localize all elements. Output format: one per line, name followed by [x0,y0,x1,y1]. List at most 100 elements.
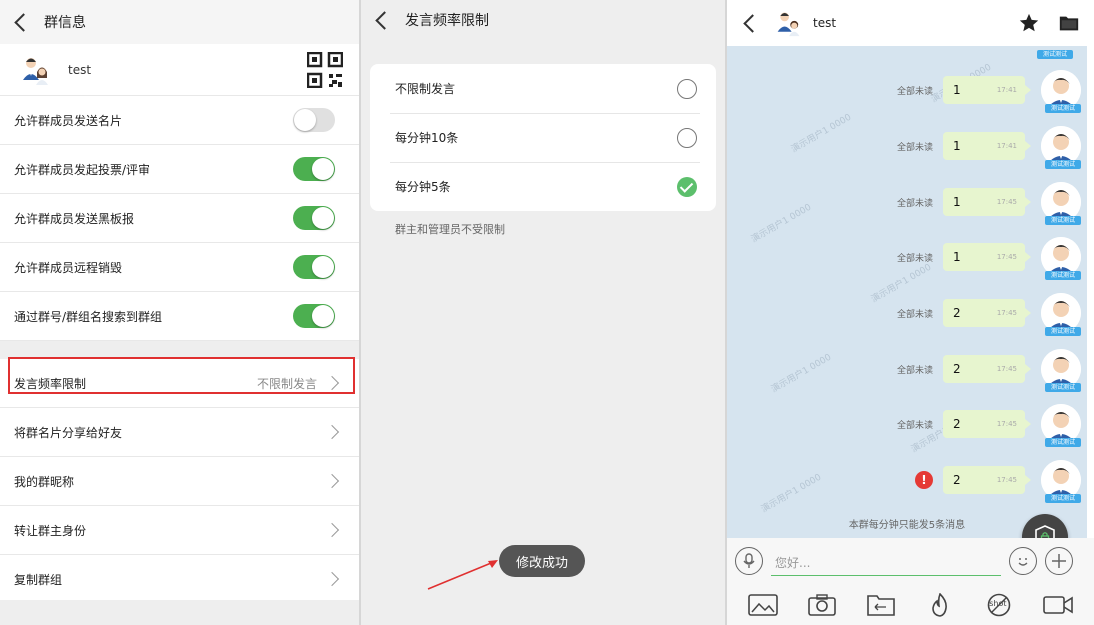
message-bubble[interactable]: 2 17:45 [943,355,1031,383]
chat-message[interactable]: 全部未读 1 17:41 测试测试 [897,126,1081,169]
toggle-label: 允许群成员发起投票/评审 [14,162,151,177]
chevron-right-icon [324,571,340,587]
chat-header: test [727,0,1094,46]
group-profile-row[interactable]: test [0,44,359,96]
unread-status[interactable]: 全部未读 [897,363,933,376]
chat-message[interactable]: 全部未读 1 17:45 测试测试 [897,237,1081,280]
toggle-row-search: 通过群号/群组名搜索到群组 [0,292,359,341]
copy-group-row[interactable]: 复制群组 [0,555,359,604]
group-avatar [20,54,52,86]
attachment-toolbar: shot [727,584,1094,625]
message-bubble[interactable]: 1 17:45 [943,188,1031,216]
plus-icon[interactable] [1045,547,1073,575]
message-text: 1 [953,195,961,209]
row-label: 我的群昵称 [14,474,75,489]
sender-avatar[interactable]: 测试测试 [1041,126,1081,169]
sender-avatar[interactable]: 测试测试 [1041,404,1081,447]
sender-avatar[interactable]: 测试测试 [1041,70,1081,113]
message-list[interactable]: 演示用户1 0000 演示用户1 0000 演示用户1 0000 演示用户1 0… [727,46,1087,538]
searchable-toggle[interactable] [293,304,335,328]
header-actions [1018,12,1080,34]
unread-status[interactable]: 全部未读 [897,307,933,320]
message-text: 1 [953,139,961,153]
sender-avatar[interactable]: 测试测试 [1041,293,1081,336]
back-icon[interactable] [741,14,759,32]
toggle-row-vote: 允许群成员发起投票/评审 [0,145,359,194]
transfer-owner-row[interactable]: 转让群主身份 [0,506,359,555]
sender-avatar[interactable]: 测试测试 [1041,182,1081,225]
unread-status[interactable]: 全部未读 [897,196,933,209]
chat-message[interactable]: 全部未读 2 17:45 测试测试 [897,293,1081,336]
radio-checked-icon[interactable] [677,176,697,197]
folder-icon[interactable] [866,593,896,617]
nickname-row[interactable]: 我的群昵称 [0,457,359,506]
allow-vote-toggle[interactable] [293,157,335,181]
option-10-per-min[interactable]: 每分钟10条 [370,113,716,162]
star-icon[interactable] [1018,12,1040,34]
toggle-knob [294,109,316,131]
camera-icon[interactable] [807,593,837,617]
toggle-row-destroy: 允许群成员远程销毁 [0,243,359,292]
toggle-label: 允许群成员发送黑板报 [14,211,135,226]
unread-status[interactable]: 全部未读 [897,418,933,431]
option-label: 每分钟5条 [395,180,451,194]
toggle-label: 通过群号/群组名搜索到群组 [14,309,163,324]
microphone-icon[interactable] [735,547,763,575]
message-bubble[interactable]: 2 17:45 [943,299,1031,327]
radio-button[interactable] [677,127,697,148]
input-bar: 您好... [727,538,1094,584]
message-input[interactable]: 您好... [771,546,1001,576]
radio-button[interactable] [677,78,697,99]
message-bubble[interactable]: 1 17:41 [943,132,1031,160]
highlight-box [8,357,355,394]
chat-title: test [813,16,837,30]
toggle-label: 允许群成员发送名片 [14,113,123,128]
chat-message[interactable]: 全部未读 2 17:45 测试测试 [897,349,1081,392]
header: 发言频率限制 [361,0,725,40]
message-bubble[interactable]: 1 17:41 [943,76,1031,104]
allow-blackboard-toggle[interactable] [293,206,335,230]
back-icon[interactable] [12,13,30,31]
share-card-row[interactable]: 将群名片分享给好友 [0,408,359,457]
message-text: 1 [953,83,961,97]
avatar-badge: 测试测试 [1045,327,1081,336]
chat-message[interactable]: 全部未读 1 17:41 测试测试 [897,70,1081,113]
screenshot-icon[interactable]: shot [984,593,1014,617]
allow-card-toggle[interactable] [293,108,335,132]
sender-avatar[interactable]: 测试测试 [1041,349,1081,392]
message-bubble[interactable]: 1 17:45 [943,243,1031,271]
emoji-icon[interactable] [1009,547,1037,575]
toggle-knob [312,256,334,278]
chat-message[interactable]: 全部未读 1 17:45 测试测试 [897,182,1081,225]
message-bubble[interactable]: 2 17:45 [943,410,1031,438]
message-time: 17:45 [996,309,1017,317]
chevron-right-icon [324,424,340,440]
unread-status[interactable]: 全部未读 [897,84,933,97]
chat-message[interactable]: 全部未读 2 17:45 测试测试 [897,404,1081,447]
sender-avatar[interactable]: 测试测试 [1041,237,1081,280]
fire-icon[interactable] [925,592,955,617]
avatar-badge: 测试测试 [1045,383,1081,392]
image-icon[interactable] [747,593,778,617]
send-failed-icon[interactable]: ! [915,471,933,489]
avatar-badge: 测试测试 [1037,50,1073,59]
toggle-row-blackboard: 允许群成员发送黑板报 [0,194,359,243]
option-unlimited[interactable]: 不限制发言 [370,64,716,113]
toggle-knob [312,158,334,180]
sender-avatar[interactable]: 测试测试 [1041,460,1081,503]
option-5-per-min[interactable]: 每分钟5条 [370,162,716,211]
success-toast: 修改成功 [499,545,585,577]
allow-remote-destroy-toggle[interactable] [293,255,335,279]
watermark: 演示用户1 0000 [759,472,824,516]
video-icon[interactable] [1043,593,1074,617]
toggle-label: 允许群成员远程销毁 [14,260,123,275]
rate-limit-panel: 发言频率限制 不限制发言 每分钟10条 每分钟5条 群主和管理员不受限制 修改成… [361,0,725,625]
back-icon[interactable] [373,11,391,29]
chat-message[interactable]: ! 2 17:45 测试测试 [915,460,1081,503]
unread-status[interactable]: 全部未读 [897,140,933,153]
message-bubble[interactable]: 2 17:45 [943,466,1031,494]
chevron-right-icon [324,473,340,489]
unread-status[interactable]: 全部未读 [897,251,933,264]
folder-icon[interactable] [1058,12,1080,34]
qr-code-icon[interactable] [306,51,344,88]
